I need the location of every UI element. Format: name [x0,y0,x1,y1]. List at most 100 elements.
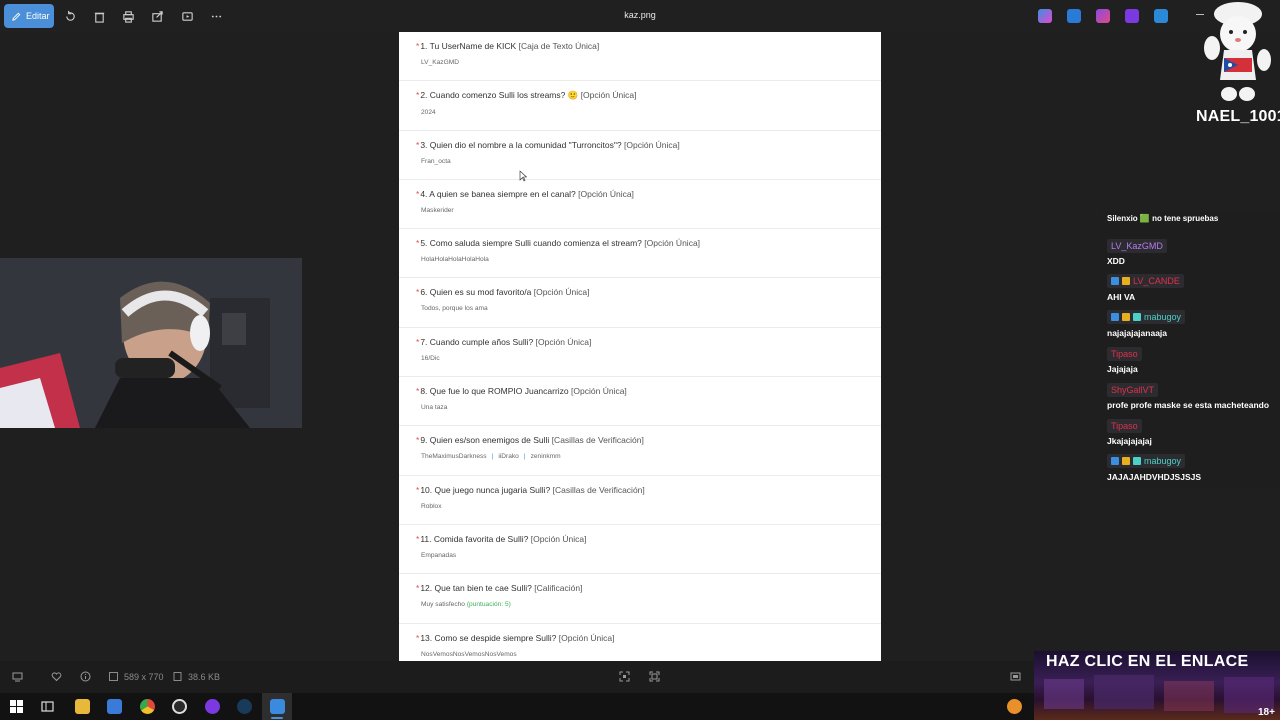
designer-icon[interactable] [1096,9,1110,23]
chat-username[interactable]: mabugoy [1107,310,1186,324]
chrome-icon[interactable] [140,699,155,714]
question-title: *9. Quien es/son enemigos de Sulli [Casi… [416,435,881,445]
chat-username-text: Tipaso [1111,349,1138,359]
required-marker: * [416,287,420,298]
user-badge-icon [1122,313,1130,321]
question-text: 13. Como se despide siempre Sulli? [420,632,557,643]
required-marker: * [416,41,420,51]
actual-size-icon[interactable] [649,671,660,682]
age-rating-badge: 18+ [1258,707,1275,718]
clipchamp-icon[interactable] [1125,9,1139,23]
question-text: 11. Comida favorita de Sulli? [420,533,529,544]
question-type: [Opción Única] [533,287,590,298]
question-title: *3. Quien dio el nombre a la comunidad "… [416,140,881,150]
question-title: *13. Como se despide siempre Sulli? [Opc… [416,633,881,643]
file-size-icon [173,672,182,681]
question-item: *12. Que tan bien te cae Sulli? [Calific… [399,574,881,624]
answer-text: Empanadas [421,551,457,559]
question-item: *7. Cuando cumple años Sulli? [Opción Ún… [399,328,881,378]
fullscreen-icon[interactable] [1010,671,1021,682]
question-text: 12. Que tan bien te cae Sulli? [420,583,532,594]
question-type: [Opción Única] [644,238,701,249]
question-item: *5. Como saluda siempre Sulli cuando com… [399,229,881,279]
chat-username[interactable]: LV_CANDE [1107,274,1184,288]
question-title: *1. Tu UserName de KICK [Caja de Texto Ú… [416,41,881,51]
notification-icon[interactable] [1007,699,1022,714]
answer-text: LV_KazGMD [421,59,459,66]
question-type: [Opción Única] [558,632,615,643]
question-item: *10. Que juego nunca jugaria Sulli? [Cas… [399,476,881,525]
question-answer: Empanadas [416,552,881,559]
question-text: 4. A quien se banea siempre en el canal? [420,188,576,199]
chat-message-text: Jajajaja [1107,364,1138,374]
required-marker: * [416,484,420,495]
answer-text: NosVemosNosVemosNosVemos [421,650,517,658]
question-item: *11. Comida favorita de Sulli? [Opción Ú… [399,525,881,575]
chat-username[interactable]: mabugoy [1107,454,1186,468]
question-text: 3. Quien dio el nombre a la comunidad "T… [420,139,622,150]
question-title: *11. Comida favorita de Sulli? [Opción Ú… [416,534,881,544]
photos-app-icon[interactable] [270,699,285,714]
required-marker: * [416,632,420,643]
dimensions-text: 589 x 770 [124,671,164,682]
chat-message-text: Jkajajajajaj [1107,436,1152,446]
obs-icon[interactable] [172,699,187,714]
question-answer: Una taza [416,404,881,411]
cloud-icon[interactable] [1154,9,1168,23]
discord-icon[interactable] [205,699,220,714]
required-marker: * [416,583,420,594]
question-item: *1. Tu UserName de KICK [Caja de Texto Ú… [399,32,881,82]
chat-message-text: profe profe maske se esta macheteando [1107,400,1270,410]
chat-message: ShyGallVT profe profe maske se esta mache… [1107,380,1269,410]
question-list: *1. Tu UserName de KICK [Caja de Texto Ú… [399,32,881,661]
question-type: [Opción Única] [624,139,680,150]
question-answer: HolaHolaHolaHolaHola [416,256,881,263]
calculator-icon[interactable] [107,699,122,714]
question-answer: 2024 [416,109,881,116]
question-item: *2. Cuando comenzo Sulli los streams? 🙂 … [399,81,881,131]
file-size-text: 38.6 KB [188,671,221,682]
question-type: [Opción Única] [535,336,592,347]
chat-message: mabugoy JAJAJAHDVHDJSJSJS [1107,452,1201,482]
question-answer: NosVemosNosVemosNosVemos [416,651,881,658]
answer-text: Una taza [421,404,448,412]
chat-username[interactable]: ShyGallVT [1107,383,1159,397]
display-icon[interactable] [12,671,23,682]
copilot-icon[interactable] [1038,9,1052,23]
favorite-icon[interactable] [51,671,62,682]
question-text: 10. Que juego nunca jugaria Sulli? [420,484,551,495]
steam-icon[interactable] [237,699,252,714]
question-type: [Casillas de Verificación] [551,435,644,446]
question-type: [Casillas de Verificación] [552,484,645,495]
question-answer: TheMaximusDarkness | iiDrako | zeninkmm [416,453,881,460]
required-marker: * [416,533,420,544]
question-title: *8. Que fue lo que ROMPIO Juancarrizo [O… [416,386,881,396]
required-marker: * [416,139,420,150]
answer-text: HolaHolaHolaHolaHola [421,256,489,264]
file-explorer-icon[interactable] [75,699,90,714]
question-item: *9. Quien es/son enemigos de Sulli [Casi… [399,426,881,476]
required-marker: * [416,188,420,199]
chat-username-text: mabugoy [1144,312,1182,322]
chat-message-text: JAJAJAHDVHDJSJSJS [1107,472,1202,482]
chat-username[interactable]: LV_KazGMD [1107,239,1167,253]
paint-icon[interactable] [1067,9,1081,23]
question-title: *12. Que tan bien te cae Sulli? [Calific… [416,583,881,593]
chat-username-text: Tipaso [1111,421,1138,431]
chat-message: Tipaso Jajajaja [1107,344,1142,374]
chat-username[interactable]: Tipaso [1107,347,1142,361]
question-text: 7. Cuando cumple años Sulli? [420,336,534,347]
answer-text: Fran_octa [421,157,451,165]
question-item: *8. Que fue lo que ROMPIO Juancarrizo [O… [399,377,881,427]
question-type: [Opción Única] [530,533,587,544]
info-icon[interactable] [80,671,91,682]
start-icon[interactable] [9,699,24,714]
promo-banner[interactable]: HAZ CLIC EN EL ENLACE [1034,651,1280,720]
question-title: *7. Cuando cumple años Sulli? [Opción Ún… [416,337,881,347]
fit-to-window-icon[interactable] [619,671,630,682]
chat-username[interactable]: Tipaso [1107,419,1142,433]
chat-message-text: AHI VA [1107,292,1136,302]
question-type: [Opción Única] [578,188,634,199]
task-view-icon[interactable] [40,699,55,714]
answer-separator: | [523,453,526,461]
